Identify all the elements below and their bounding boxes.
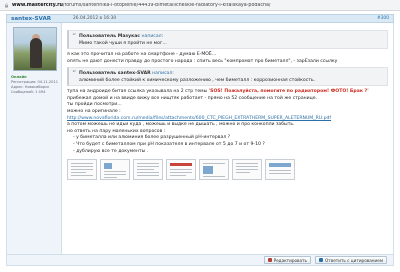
avatar-figure [30,38,42,68]
post-actions-bar: Редактировать Ответить с цитированием [6,254,394,266]
post-author-name[interactable]: santex-SVAR [7,16,69,22]
thumb-line [137,175,159,177]
thumb-line [104,174,126,176]
url-path: /forums/santehnika-i-otoplenie/44439-bim… [62,2,271,8]
quote-author: Пользователь Мазукас [79,34,141,39]
document-thumbnail[interactable] [100,159,130,181]
question-item: - дублирую все те документы . [73,148,149,154]
quote-header: Пользователь santex-SVAR написал: [79,71,174,77]
quote-wrote-link[interactable]: написал [152,71,172,76]
quote-text: Мимо такой чуши я пройти не мог... [79,41,167,46]
post-text-line: можно на оригинале : [67,108,121,114]
avatar[interactable] [13,27,57,71]
topic-title-highlight: 'SOS! Пожалуйста, помогите по радиатором… [208,89,369,95]
thumb-line [137,166,159,168]
thumb-line [137,163,159,165]
thumb-line [236,163,258,165]
thumb-line [203,163,225,165]
thumb-line [236,169,258,171]
quote-reply-icon [319,258,323,262]
document-thumbnail[interactable] [232,159,262,181]
thumb-line [170,172,192,174]
post-count: Сообщений: 1 494 [11,90,46,94]
quote-block: “ Пользователь Мазукас написал: Мимо так… [67,30,388,49]
question-item: - Что будет с биметаллом при pH показате… [73,141,265,147]
post-text-line: я как это прочитал на работе на смартфон… [67,52,217,57]
thumb-line [269,170,291,172]
browser-address-bar[interactable]: www.mastercity.ru/forums/santehnika-i-ot… [0,0,400,11]
post-text-line: тупа на андроиде битая ссылка указывала … [67,89,388,96]
document-thumbnail[interactable] [67,159,97,181]
question-text: у биметалла или алюминия более разрушенн… [76,135,231,141]
thumb-line [71,163,93,165]
quote-icon: “ [72,69,77,79]
thumb-line [170,169,192,171]
thumb-line [137,172,159,174]
thumb-line [104,171,126,173]
thumb-image [269,163,291,168]
thumb-image [203,166,213,175]
document-thumbnail[interactable] [133,159,163,181]
post-text: тупа на андроиде битая ссылка указывала … [67,89,209,95]
edit-button-label: Редактировать [273,257,307,263]
thumb-line [104,177,117,179]
thumb-line [137,169,154,171]
post-header: santex-SVAR 26.04.2012 в 16:30 #300 [6,14,394,23]
post-content: “ Пользователь Мазукас написал: Мимо так… [62,23,394,254]
lock-icon [5,2,8,7]
thumb-line [236,166,258,168]
user-info-column: Онлайн Регистрация: 04.11.2011 Адрес: Но… [6,23,62,254]
thumb-line [71,172,86,174]
quote-icon: “ [72,32,77,41]
post-date: 26.04.2012 в 16:30 [73,16,117,21]
document-thumbnail[interactable] [166,159,196,181]
question-text: Что будет с биметаллом при pH показателя… [76,141,265,147]
reply-with-quote-label: Ответить с цитированием [325,257,383,263]
quote-header: Пользователь Мазукас написал: [79,34,164,39]
thumb-line [71,169,93,171]
post-text-line: а потом можешь не идьи куда , можешь и в… [67,122,295,128]
edit-icon [267,258,272,262]
thumb-line [71,166,93,168]
question-item: - у биметалла или алюминия более разруше… [73,135,231,141]
thumb-line [71,175,93,177]
thumb-line [236,172,250,174]
post-text-line: ты пройди посмотри... [67,102,122,108]
attachment-thumbnails [67,159,388,181]
thumb-header [170,163,192,167]
quote-block: “ Пользователь santex-SVAR написал: алюм… [67,67,388,87]
thumb-image [104,163,112,170]
thumb-line [203,176,225,178]
thumb-line [170,175,186,177]
thumb-line [269,173,291,175]
url-domain: www.mastercity.ru [12,2,63,8]
user-details: Онлайн Регистрация: 04.11.2011 Адрес: Но… [11,75,59,95]
quote-author: Пользователь santex-SVAR [79,71,151,77]
document-thumbnail[interactable] [265,159,295,181]
edit-button[interactable]: Редактировать [263,256,311,264]
document-thumbnail[interactable] [199,159,229,181]
quote-text: алюминий более стойкий к химическому раз… [79,78,316,84]
quote-wrote-link[interactable]: написал [142,34,162,39]
question-text: дублирую все те документы . [76,148,149,154]
reply-with-quote-button[interactable]: Ответить с цитированием [315,256,387,264]
post-text-line: опять не дают донести правду до простого… [67,58,338,64]
url-text: www.mastercity.ru/forums/santehnika-i-ot… [12,3,271,8]
attachment-link[interactable]: http://www.novaflorida.com.ru/media/file… [67,116,331,121]
post-number-link[interactable]: #300 [377,16,393,21]
